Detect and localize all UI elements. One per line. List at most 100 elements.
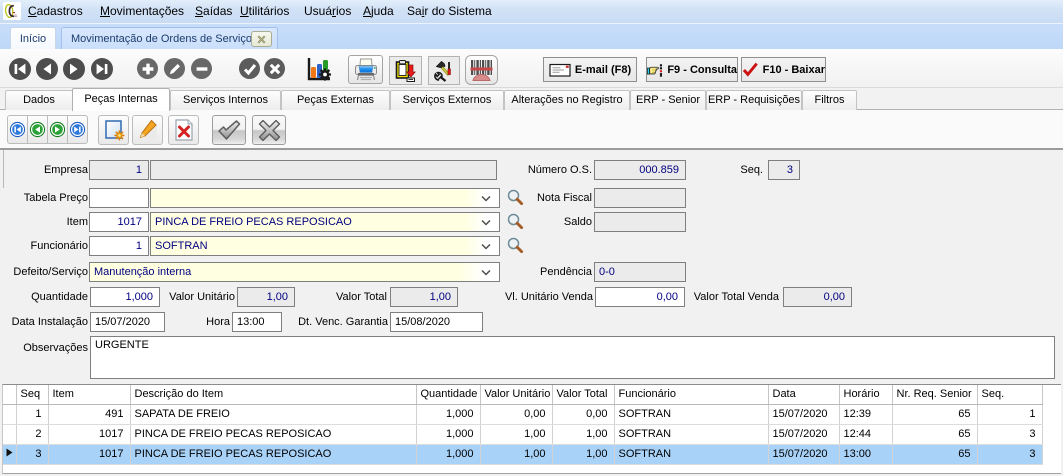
tab-alteracoes-no-registro[interactable]: Alterações no Registro bbox=[504, 90, 630, 110]
grid-confirm-button[interactable] bbox=[212, 115, 246, 145]
tab-servicos-internos[interactable]: Serviços Internos bbox=[170, 90, 281, 110]
cell-item[interactable]: 1017 bbox=[48, 444, 130, 464]
cell-quantidade[interactable]: 1,000 bbox=[416, 444, 480, 464]
cell-seq[interactable]: 3 bbox=[16, 444, 48, 464]
grid-edit-button[interactable] bbox=[132, 115, 163, 145]
cell-seq[interactable]: 2 bbox=[16, 424, 48, 444]
tabela-preco-code-field[interactable] bbox=[89, 188, 149, 208]
print-button[interactable] bbox=[348, 55, 383, 84]
tab-close-icon[interactable] bbox=[251, 31, 272, 47]
menu-ajuda[interactable]: Ajuda bbox=[363, 0, 394, 23]
cell-item[interactable]: 491 bbox=[48, 404, 130, 424]
cell-data[interactable]: 15/07/2020 bbox=[768, 404, 839, 424]
cell-descricao[interactable]: SAPATA DE FREIO bbox=[130, 404, 416, 424]
nota-fiscal-field[interactable] bbox=[594, 188, 686, 208]
col-seq[interactable]: Seq bbox=[16, 385, 48, 404]
grid-prev-button[interactable] bbox=[27, 115, 48, 144]
tab-pecas-internas[interactable]: Peças Internas bbox=[72, 88, 170, 111]
grid-delete-button[interactable] bbox=[168, 115, 199, 145]
col-quantidade[interactable]: Quantidade bbox=[416, 385, 480, 404]
cell-item[interactable]: 1017 bbox=[48, 424, 130, 444]
add-record-button[interactable] bbox=[137, 58, 158, 79]
cell-descricao[interactable]: PINCA DE FREIO PECAS REPOSICAO bbox=[130, 424, 416, 444]
cell-quantidade[interactable]: 1,000 bbox=[416, 404, 480, 424]
col-valor-total[interactable]: Valor Total bbox=[552, 385, 614, 404]
pendencia-field[interactable]: 0-0 bbox=[594, 262, 686, 282]
tab-dados[interactable]: Dados bbox=[5, 90, 73, 110]
col-data[interactable]: Data bbox=[768, 385, 839, 404]
empresa-name-field[interactable] bbox=[150, 160, 497, 180]
cell-nr-req-senior[interactable]: 65 bbox=[892, 424, 977, 444]
barcode-button[interactable] bbox=[465, 55, 498, 85]
first-record-button[interactable] bbox=[9, 58, 31, 80]
grid-first-button[interactable] bbox=[7, 115, 28, 144]
email-button[interactable]: E-mail (F8) bbox=[543, 57, 637, 82]
dt-venc-garantia-field[interactable]: 15/08/2020 bbox=[390, 312, 483, 332]
cell-valor-unitario[interactable]: 1,00 bbox=[480, 444, 552, 464]
valor-total-field[interactable]: 1,00 bbox=[390, 287, 458, 307]
cell-valor-unitario[interactable]: 1,00 bbox=[480, 424, 552, 444]
cell-funcionario[interactable]: SOFTRAN bbox=[614, 444, 768, 464]
cell-seq2[interactable]: 1 bbox=[977, 404, 1042, 424]
funcionario-combo[interactable]: SOFTRAN bbox=[150, 236, 500, 256]
tab-inicio[interactable]: Início bbox=[10, 27, 56, 50]
menu-cadastros[interactable]: Cadastros bbox=[28, 0, 83, 23]
cell-nr-req-senior[interactable]: 65 bbox=[892, 444, 977, 464]
cell-valor-total[interactable]: 0,00 bbox=[552, 404, 614, 424]
cell-horario[interactable]: 12:44 bbox=[839, 424, 892, 444]
valor-total-venda-field[interactable]: 0,00 bbox=[783, 287, 852, 307]
cell-nr-req-senior[interactable]: 65 bbox=[892, 404, 977, 424]
grid-insert-button[interactable] bbox=[98, 115, 129, 145]
observacoes-field[interactable]: URGENTE bbox=[90, 336, 1055, 379]
menu-utilitarios[interactable]: Utilitários bbox=[240, 0, 289, 23]
menu-sair-do-sistema[interactable]: Sair do Sistema bbox=[407, 0, 492, 23]
cell-seq2[interactable]: 3 bbox=[977, 444, 1042, 464]
menu-usuarios[interactable]: Usuários bbox=[304, 0, 351, 23]
tools-button[interactable] bbox=[428, 56, 460, 85]
cell-horario[interactable]: 13:00 bbox=[839, 444, 892, 464]
grid-last-button[interactable] bbox=[67, 115, 88, 144]
cell-quantidade[interactable]: 1,000 bbox=[416, 424, 480, 444]
col-valor-unitario[interactable]: Valor Unitário bbox=[480, 385, 552, 404]
cell-data[interactable]: 15/07/2020 bbox=[768, 424, 839, 444]
cell-descricao[interactable]: PINCA DE FREIO PECAS REPOSICAO bbox=[130, 444, 416, 464]
col-descricao[interactable]: Descrição do Item bbox=[130, 385, 416, 404]
prev-record-button[interactable] bbox=[36, 58, 58, 80]
col-item[interactable]: Item bbox=[48, 385, 130, 404]
item-combo[interactable]: PINCA DE FREIO PECAS REPOSICAO bbox=[150, 212, 500, 232]
tabela-preco-combo[interactable] bbox=[150, 188, 500, 208]
tab-erp-senior[interactable]: ERP - Senior bbox=[630, 90, 706, 110]
next-record-button[interactable] bbox=[63, 58, 85, 80]
defeito-servico-combo[interactable]: Manutenção interna bbox=[89, 262, 500, 282]
cell-funcionario[interactable]: SOFTRAN bbox=[614, 424, 768, 444]
col-seq2[interactable]: Seq. bbox=[977, 385, 1042, 404]
cell-data[interactable]: 15/07/2020 bbox=[768, 444, 839, 464]
col-funcionario[interactable]: Funcionário bbox=[614, 385, 768, 404]
seq-field[interactable]: 3 bbox=[768, 160, 800, 180]
export-report-button[interactable] bbox=[389, 56, 422, 85]
delete-record-button[interactable] bbox=[191, 58, 212, 79]
tab-erp-requisicoes[interactable]: ERP - Requisições bbox=[706, 90, 802, 110]
f9-consulta-button[interactable]: F9 - Consulta bbox=[646, 57, 738, 82]
last-record-button[interactable] bbox=[91, 58, 113, 80]
chart-button[interactable] bbox=[306, 56, 332, 82]
funcionario-code-field[interactable]: 1 bbox=[89, 236, 149, 256]
cell-seq2[interactable]: 3 bbox=[977, 424, 1042, 444]
grid-row-2[interactable]: 2 1017 PINCA DE FREIO PECAS REPOSICAO 1,… bbox=[3, 424, 1042, 444]
empresa-code-field[interactable]: 1 bbox=[89, 160, 149, 180]
cell-funcionario[interactable]: SOFTRAN bbox=[614, 404, 768, 424]
cell-valor-total[interactable]: 1,00 bbox=[552, 444, 614, 464]
grid-row-3-selected[interactable]: 3 1017 PINCA DE FREIO PECAS REPOSICAO 1,… bbox=[3, 444, 1042, 464]
col-nr-req-senior[interactable]: Nr. Req. Senior bbox=[892, 385, 977, 404]
confirm-button[interactable] bbox=[239, 58, 260, 79]
f10-baixar-button[interactable]: F10 - Baixar bbox=[741, 57, 826, 82]
cancel-button[interactable] bbox=[264, 58, 285, 79]
edit-record-button[interactable] bbox=[164, 58, 185, 79]
menu-movimentacoes[interactable]: Movimentações bbox=[100, 0, 184, 23]
tab-filtros[interactable]: Filtros bbox=[802, 90, 857, 110]
grid-cancel-button[interactable] bbox=[252, 115, 286, 145]
menu-saidas[interactable]: Saídas bbox=[195, 0, 232, 23]
grid-row-1[interactable]: 1 491 SAPATA DE FREIO 1,000 0,00 0,00 SO… bbox=[3, 404, 1042, 424]
item-code-field[interactable]: 1017 bbox=[89, 212, 149, 232]
col-horario[interactable]: Horário bbox=[839, 385, 892, 404]
